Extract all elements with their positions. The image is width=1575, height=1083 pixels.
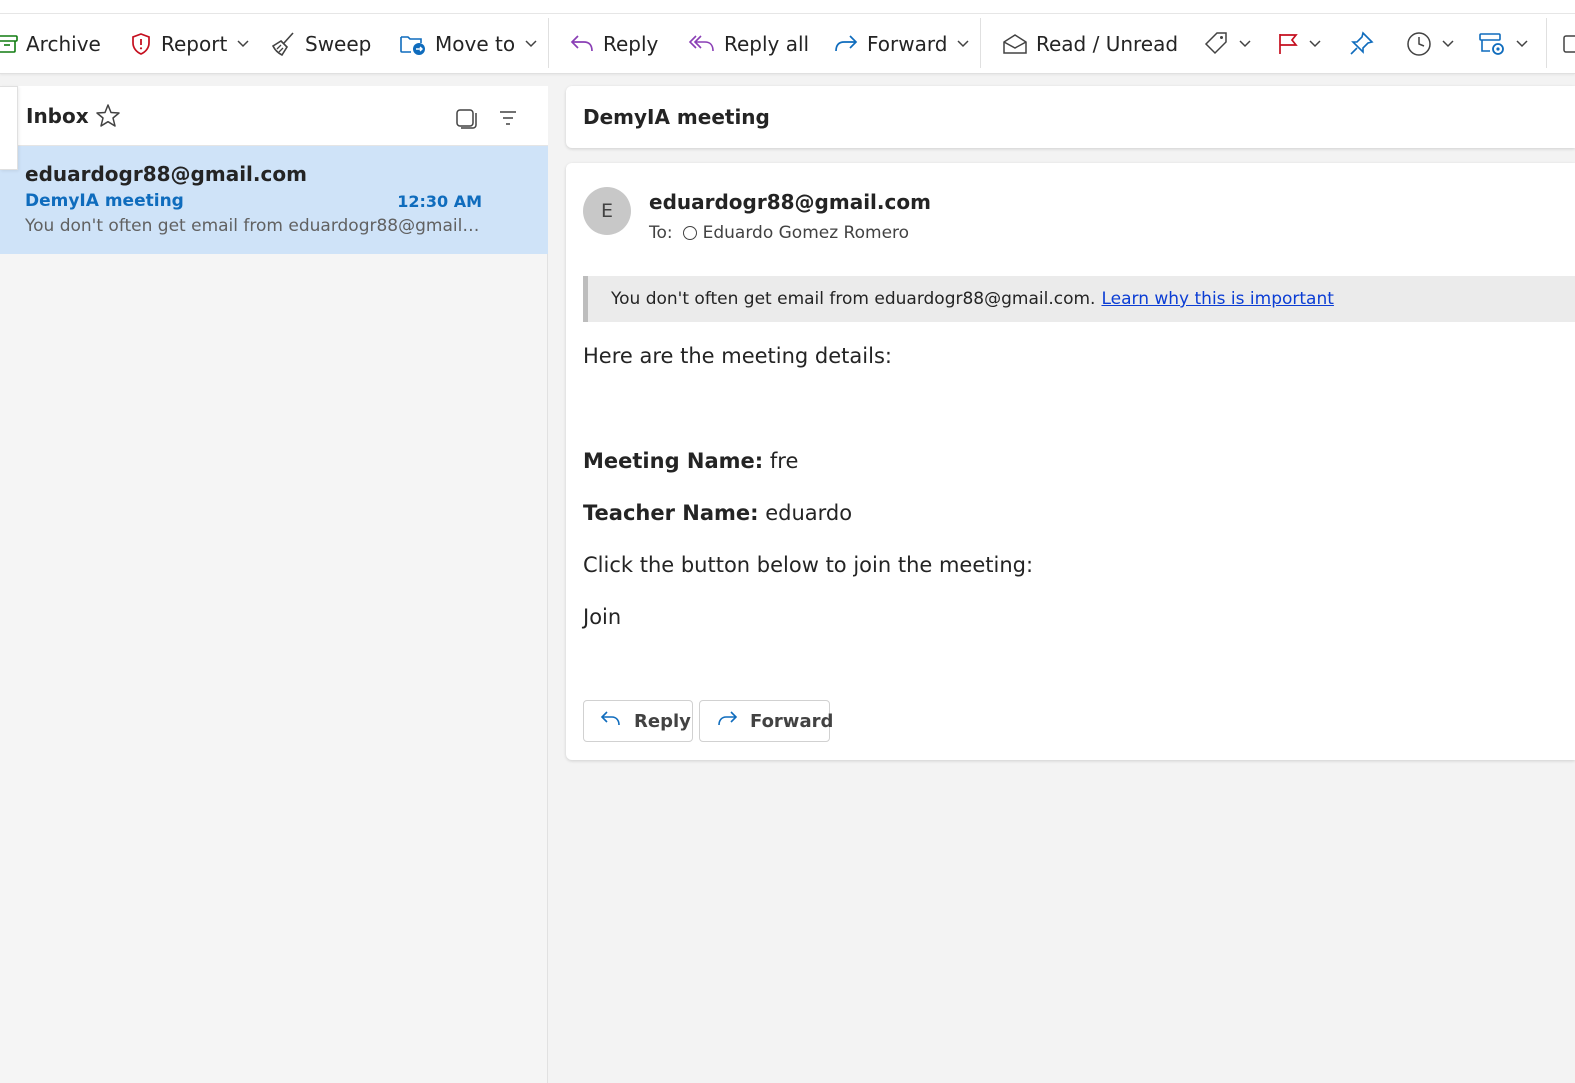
reply-label: Reply	[603, 32, 659, 56]
message-subject: DemyIA meeting	[25, 191, 184, 211]
reply-button[interactable]: Reply	[583, 700, 693, 742]
message-preview: You don't often get email from eduardogr…	[25, 216, 480, 236]
forward-button[interactable]: Forward	[833, 14, 969, 74]
recipient-row: To: Eduardo Gomez Romero	[649, 223, 909, 243]
report-button[interactable]: Report	[129, 14, 249, 74]
forward-icon	[716, 710, 738, 733]
command-toolbar: Archive Report Sweep Move to Reply Reply…	[0, 14, 1575, 74]
learn-why-link[interactable]: Learn why this is important	[1101, 289, 1333, 309]
move-to-folder-icon	[399, 32, 427, 56]
reading-subject-card: DemyIA meeting	[566, 86, 1575, 148]
reading-sender[interactable]: eduardogr88@gmail.com	[649, 190, 931, 214]
reply-all-button[interactable]: Reply all	[688, 14, 809, 74]
star-icon[interactable]	[94, 102, 122, 134]
avatar[interactable]: E	[583, 187, 631, 235]
sweep-broom-icon	[271, 31, 297, 57]
envelope-open-icon	[1002, 33, 1028, 55]
meeting-name-line: Meeting Name: fre	[583, 449, 798, 473]
toolbar-divider	[1546, 18, 1547, 68]
list-item[interactable]: eduardogr88@gmail.com DemyIA meeting 12:…	[0, 146, 548, 254]
sweep-button[interactable]: Sweep	[271, 14, 371, 74]
reply-button[interactable]: Reply	[569, 14, 658, 74]
chevron-down-icon[interactable]	[237, 40, 249, 48]
chevron-down-icon[interactable]	[1516, 40, 1528, 48]
teacher-name-label: Teacher Name:	[583, 501, 759, 525]
sweep-label: Sweep	[305, 32, 372, 56]
reply-all-label: Reply all	[724, 32, 810, 56]
chevron-down-icon[interactable]	[525, 40, 537, 48]
meeting-name-label: Meeting Name:	[583, 449, 764, 473]
forward-icon	[833, 33, 859, 55]
report-shield-icon	[129, 32, 153, 56]
archive-icon	[0, 33, 18, 55]
overflow-button[interactable]	[1562, 14, 1575, 74]
reply-all-icon	[688, 33, 716, 55]
join-link[interactable]: Join	[583, 605, 621, 629]
forward-button-label: Forward	[750, 710, 834, 732]
reply-icon	[569, 33, 595, 55]
select-all-icon[interactable]	[454, 106, 478, 134]
chevron-down-icon[interactable]	[957, 40, 969, 48]
archive-button[interactable]: Archive	[0, 14, 101, 74]
chevron-down-icon[interactable]	[1309, 40, 1321, 48]
categorize-button[interactable]	[1203, 14, 1251, 74]
report-label: Report	[161, 32, 228, 56]
chevron-down-icon[interactable]	[1442, 40, 1454, 48]
window-top-strip	[0, 0, 1575, 14]
snooze-button[interactable]	[1406, 14, 1454, 74]
reply-button-label: Reply	[634, 710, 691, 732]
read-unread-label: Read / Unread	[1036, 32, 1179, 56]
folder-title: Inbox	[26, 104, 89, 128]
toolbar-divider	[980, 18, 981, 68]
filter-icon[interactable]	[496, 106, 520, 134]
banner-text: You don't often get email from eduardogr…	[611, 289, 1096, 309]
message-list-pane: Inbox eduardogr88@gmail.com DemyIA meeti…	[0, 86, 548, 1083]
reply-icon	[600, 710, 622, 733]
clock-icon	[1406, 31, 1432, 57]
teacher-name-value: eduardo	[765, 501, 853, 525]
flag-button[interactable]	[1277, 14, 1321, 74]
read-unread-button[interactable]: Read / Unread	[1002, 14, 1178, 74]
reading-subject: DemyIA meeting	[583, 105, 770, 129]
message-time: 12:30 AM	[397, 192, 482, 211]
more-icon	[1562, 33, 1575, 55]
recipient-name[interactable]: Eduardo Gomez Romero	[703, 223, 909, 243]
toolbar-divider	[548, 18, 549, 68]
teacher-name-line: Teacher Name: eduardo	[583, 501, 852, 525]
forward-label: Forward	[867, 32, 948, 56]
pin-button[interactable]	[1348, 14, 1374, 74]
body-intro: Here are the meeting details:	[583, 344, 892, 368]
move-to-button[interactable]: Move to	[399, 14, 537, 74]
tag-icon	[1203, 31, 1229, 57]
message-list-header: Inbox	[0, 86, 548, 146]
forward-button[interactable]: Forward	[699, 700, 834, 742]
archive-label: Archive	[26, 32, 101, 56]
meeting-name-value: fre	[769, 449, 799, 473]
rules-icon	[1478, 31, 1506, 57]
reading-message-card: E eduardogr88@gmail.com To: Eduardo Gome…	[566, 163, 1575, 760]
rules-button[interactable]	[1478, 14, 1528, 74]
body-instruction: Click the button below to join the meeti…	[583, 553, 1034, 577]
chevron-down-icon[interactable]	[1239, 40, 1251, 48]
pin-icon	[1348, 31, 1374, 57]
external-sender-banner: You don't often get email from eduardogr…	[583, 276, 1575, 322]
message-sender: eduardogr88@gmail.com	[25, 162, 307, 186]
presence-icon	[682, 226, 697, 240]
folder-pane-collapsed[interactable]	[0, 86, 18, 170]
move-to-label: Move to	[435, 32, 516, 56]
to-label: To:	[649, 223, 673, 243]
flag-icon	[1277, 32, 1299, 56]
